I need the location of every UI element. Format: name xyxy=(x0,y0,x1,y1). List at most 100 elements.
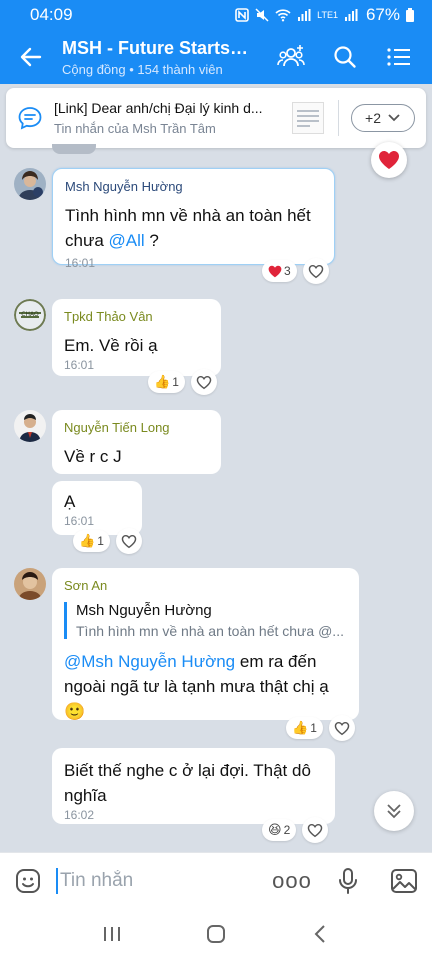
reaction-pill[interactable]: 👍 1 xyxy=(73,530,110,552)
reaction-count: 1 xyxy=(97,534,104,548)
reaction-count: 1 xyxy=(310,721,317,735)
pinned-thumbnail xyxy=(292,102,324,134)
group-subtitle: Cộng đồng • 154 thành viên xyxy=(62,61,223,77)
sender-name[interactable]: Msh Nguyễn Hường xyxy=(65,179,322,194)
thumbs-up-icon: 👍 xyxy=(292,720,309,735)
wifi-icon xyxy=(275,9,291,22)
quoted-sender: Msh Nguyễn Hường xyxy=(76,602,212,619)
message-text: Tình hình mn về nhà an toàn hết chưa @Al… xyxy=(65,206,311,250)
pinned-message-bar[interactable]: [Link] Dear anh/chị Đại lý kinh d... Tin… xyxy=(6,88,426,148)
message-time: 16:01 xyxy=(64,514,95,528)
heart-outline-icon xyxy=(196,375,212,389)
message-text: @Msh Nguyễn Hường em ra đến ngoài ngã tư… xyxy=(64,652,329,721)
message-composer: ooo xyxy=(0,852,432,908)
back-arrow-icon xyxy=(20,47,42,67)
svg-text:CHAO: CHAO xyxy=(21,311,39,318)
message-text: Em. Về rồi ạ xyxy=(64,336,158,355)
image-icon xyxy=(391,868,417,893)
avatar[interactable] xyxy=(14,568,46,600)
chat-header: MSH - Future Starts H... Cộng đồng • 154… xyxy=(0,30,432,84)
battery-icon xyxy=(406,8,414,22)
avatar[interactable]: CHAO xyxy=(14,299,46,331)
sticker-smile-icon xyxy=(16,868,40,893)
reaction-pill[interactable]: 3 xyxy=(262,260,297,282)
chevron-down-icon xyxy=(388,114,400,122)
reaction-pill[interactable]: 😆 2 xyxy=(262,819,297,841)
recents-icon xyxy=(104,927,120,941)
microphone-icon xyxy=(339,867,357,894)
heart-outline-icon xyxy=(308,264,323,278)
heart-outline-icon xyxy=(307,823,323,837)
sender-name[interactable]: Nguyễn Tiến Long xyxy=(64,420,209,435)
quoted-text: Tình hình mn về nhà an toàn hết chưa @..… xyxy=(76,623,344,639)
more-options-button[interactable]: ooo xyxy=(264,853,320,909)
message-text: Về r c J xyxy=(64,447,122,466)
pinned-title: [Link] Dear anh/chị Đại lý kinh d... xyxy=(54,100,263,116)
message-text: Ạ xyxy=(64,492,76,511)
status-icons: LTE1 67% xyxy=(235,5,414,25)
react-button[interactable] xyxy=(190,369,217,395)
double-chevron-down-icon xyxy=(387,804,401,819)
thumbs-up-icon: 👍 xyxy=(154,374,171,389)
signal-2-icon xyxy=(344,9,358,21)
avatar[interactable] xyxy=(14,410,46,442)
message-bubble[interactable]: Msh Nguyễn Hường Tình hình mn về nhà an … xyxy=(52,168,335,270)
more-dots-icon: ooo xyxy=(272,867,312,893)
divider xyxy=(338,100,339,136)
pinned-more-button[interactable]: +2 xyxy=(351,104,415,132)
message-bubble[interactable]: Tpkd Thảo Vân Em. Về rồi ạ 16:01 xyxy=(52,299,221,376)
thumbs-up-icon: 👍 xyxy=(79,533,96,548)
pinned-more-count: +2 xyxy=(365,110,381,126)
time-chip xyxy=(52,144,96,154)
pinned-subtitle: Tin nhắn của Msh Trần Tâm xyxy=(54,121,216,136)
battery-percent: 67% xyxy=(365,5,400,24)
chevron-left-icon xyxy=(314,925,325,943)
add-member-button[interactable] xyxy=(264,30,318,84)
react-button[interactable] xyxy=(302,258,329,284)
reaction-pill[interactable]: 👍 1 xyxy=(148,371,185,393)
message-input[interactable] xyxy=(58,869,238,892)
heart-outline-icon xyxy=(121,534,137,548)
message-bubble[interactable]: Sơn An Msh Nguyễn Hường Tình hình mn về … xyxy=(52,568,359,721)
heart-icon xyxy=(379,151,399,169)
search-icon xyxy=(334,46,356,68)
message-bubble[interactable]: Biết thế nghe c ở lại đợi. Thật dô nghĩa… xyxy=(52,748,335,824)
sender-name[interactable]: Sơn An xyxy=(64,578,347,593)
status-bar: 04:09 LTE1 67% xyxy=(0,0,432,30)
voice-button[interactable] xyxy=(320,853,376,909)
react-button[interactable] xyxy=(302,817,329,843)
quick-heart-button[interactable] xyxy=(371,142,407,178)
message-bubble[interactable]: Nguyễn Tiến Long Về r c J xyxy=(52,410,221,474)
network-label: LTE1 xyxy=(317,9,338,20)
search-button[interactable] xyxy=(318,30,372,84)
mention-all[interactable]: @All xyxy=(109,231,145,250)
avatar[interactable] xyxy=(14,168,46,200)
group-add-icon xyxy=(277,45,305,67)
mention-user[interactable]: @Msh Nguyễn Hường xyxy=(64,652,235,671)
group-title-area[interactable]: MSH - Future Starts H... Cộng đồng • 154… xyxy=(62,38,264,77)
menu-button[interactable] xyxy=(372,30,426,84)
message-text: Biết thế nghe c ở lại đợi. Thật dô nghĩa xyxy=(64,761,311,805)
reaction-count: 1 xyxy=(172,375,179,389)
scroll-to-bottom-button[interactable] xyxy=(374,791,414,831)
heart-outline-icon xyxy=(334,721,350,735)
list-menu-icon xyxy=(387,48,410,66)
sticker-button[interactable] xyxy=(0,853,56,909)
reaction-pill[interactable]: 👍 1 xyxy=(286,717,323,739)
smile-emoji-icon: 🙂 xyxy=(64,702,86,721)
react-button[interactable] xyxy=(328,715,355,741)
sender-name[interactable]: Tpkd Thảo Vân xyxy=(64,309,209,324)
back-nav-button[interactable] xyxy=(290,914,350,954)
recent-apps-button[interactable] xyxy=(82,914,142,954)
message-bubble[interactable]: Ạ 16:01 xyxy=(52,481,142,535)
back-button[interactable] xyxy=(0,30,62,84)
heart-icon xyxy=(268,265,282,277)
reaction-count: 3 xyxy=(284,264,291,278)
mute-icon xyxy=(255,8,269,22)
home-button[interactable] xyxy=(186,914,246,954)
quoted-message[interactable]: Msh Nguyễn Hường Tình hình mn về nhà an … xyxy=(64,602,347,639)
photo-button[interactable] xyxy=(376,853,432,909)
react-button[interactable] xyxy=(115,528,142,554)
system-nav-bar xyxy=(0,908,432,960)
status-time: 04:09 xyxy=(30,5,73,24)
